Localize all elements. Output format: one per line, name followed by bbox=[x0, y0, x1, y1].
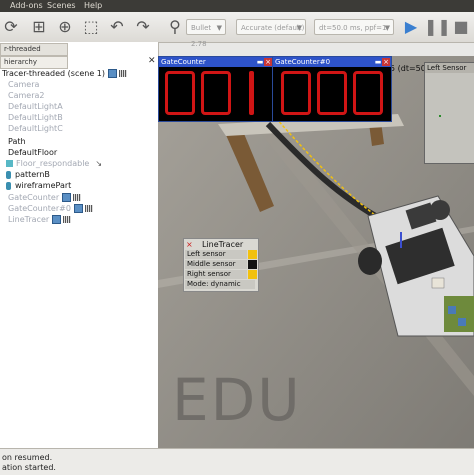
tree-item-pattern-b[interactable]: patternB bbox=[6, 169, 50, 180]
script-icon bbox=[62, 193, 72, 202]
tree-item-gate-counter[interactable]: GateCounter bbox=[8, 192, 82, 203]
close-icon[interactable]: ✕ bbox=[148, 56, 156, 66]
threaded-icon bbox=[63, 216, 72, 223]
shape-icon bbox=[6, 170, 11, 179]
tree-item-light-c[interactable]: DefaultLightC bbox=[8, 123, 63, 134]
tree-item-floor-respondable[interactable]: Floor_respondable ↘ bbox=[6, 158, 102, 169]
stop-icon[interactable]: ■ bbox=[450, 16, 472, 38]
shape-icon bbox=[6, 160, 13, 167]
tree-item-camera2[interactable]: Camera2 bbox=[8, 90, 44, 101]
shape-icon bbox=[6, 181, 11, 190]
tree-item-light-a[interactable]: DefaultLightA bbox=[8, 101, 63, 112]
middle-sensor-indicator bbox=[248, 260, 257, 269]
scene-hierarchy-panel: r-threaded hierarchy ✕ Tracer-threaded (… bbox=[0, 42, 159, 448]
counter-digit bbox=[281, 71, 311, 115]
menu-help[interactable]: Help bbox=[84, 1, 102, 10]
right-sensor-indicator bbox=[248, 270, 257, 279]
tree-item-default-floor[interactable]: DefaultFloor bbox=[8, 147, 57, 158]
close-icon[interactable]: × bbox=[186, 240, 193, 249]
minimize-icon[interactable]: ▬ bbox=[374, 58, 382, 66]
threaded-icon bbox=[119, 70, 128, 77]
tree-item-light-b[interactable]: DefaultLightB bbox=[8, 112, 63, 123]
middle-sensor-label: Middle sensor bbox=[185, 260, 247, 269]
counter-digit bbox=[237, 71, 267, 115]
object-shift-icon[interactable]: ⊞ bbox=[28, 16, 50, 38]
gate-counter-window: GateCounter ▬ × bbox=[158, 56, 274, 122]
script-icon bbox=[52, 215, 62, 224]
line-tracer-title: LineTracer bbox=[202, 240, 244, 249]
dynamics-icon[interactable]: ⚲ bbox=[164, 16, 186, 38]
script-icon bbox=[73, 204, 83, 213]
minimize-icon[interactable]: ▬ bbox=[256, 58, 264, 66]
tree-item-wireframe-part[interactable]: wireframePart bbox=[6, 180, 71, 191]
accuracy-select[interactable]: Accurate (default) ▼ bbox=[236, 19, 306, 35]
menu-add-ons[interactable]: Add-ons bbox=[10, 1, 43, 10]
counter-digit bbox=[201, 71, 231, 115]
line-tracer-window: × LineTracer Left sensor Middle sensor R… bbox=[183, 238, 259, 292]
tree-item-line-tracer[interactable]: LineTracer bbox=[8, 214, 72, 225]
edu-watermark: EDU bbox=[172, 366, 302, 434]
toolbar: ⟳ ⊞ ⊕ ⬚ ↶ ↷ ⚲ Bullet 2.78 ▼ Accurate (def… bbox=[0, 12, 474, 48]
left-sensor-title: Left Sensor bbox=[425, 63, 474, 73]
status-line: on resumed. bbox=[2, 453, 53, 462]
tab-scene[interactable]: r-threaded bbox=[0, 43, 68, 56]
menu-scenes[interactable]: Scenes bbox=[47, 1, 76, 10]
rotate-icon[interactable]: ⟳ bbox=[0, 16, 22, 38]
left-sensor-label: Left sensor bbox=[185, 250, 247, 259]
left-sensor-indicator bbox=[248, 250, 257, 259]
counter-digit bbox=[165, 71, 195, 115]
tree-item-path[interactable]: Path bbox=[8, 136, 26, 147]
close-icon[interactable]: × bbox=[382, 58, 390, 66]
scene-root[interactable]: Tracer-threaded (scene 1) bbox=[2, 68, 128, 79]
left-sensor-window: Left Sensor bbox=[424, 62, 474, 164]
status-line: ation started. bbox=[2, 463, 56, 472]
sensor-dot bbox=[439, 115, 441, 117]
play-icon[interactable]: ▶ bbox=[400, 16, 422, 38]
undo-icon[interactable]: ↶ bbox=[106, 16, 128, 38]
chevron-down-icon: ▼ bbox=[216, 24, 222, 32]
threaded-icon bbox=[73, 194, 82, 201]
gate-counter-0-window: GateCounter#0 ▬ × bbox=[272, 56, 392, 122]
tree-item-camera[interactable]: Camera bbox=[8, 79, 39, 90]
physics-engine-select[interactable]: Bullet 2.78 ▼ bbox=[186, 19, 226, 48]
assemble-icon[interactable]: ⬚ bbox=[80, 16, 102, 38]
chevron-down-icon: ▼ bbox=[384, 24, 390, 32]
right-sensor-label: Right sensor bbox=[185, 270, 247, 279]
mode-label: Mode: dynamic bbox=[185, 280, 255, 289]
pause-icon[interactable]: ❚❚ bbox=[424, 16, 451, 38]
menu-bar: Add-ons Scenes Help bbox=[0, 0, 474, 12]
timestep-select[interactable]: dt=50.0 ms, ppf=1 ▼ bbox=[314, 19, 394, 35]
redo-icon[interactable]: ↷ bbox=[132, 16, 154, 38]
close-icon[interactable]: × bbox=[264, 58, 272, 66]
counter-digit bbox=[317, 71, 347, 115]
script-icon bbox=[108, 69, 118, 78]
threaded-icon bbox=[84, 205, 93, 212]
chevron-down-icon: ▼ bbox=[296, 24, 302, 32]
status-bar: on resumed. ation started. bbox=[0, 448, 474, 475]
counter-digit bbox=[353, 71, 383, 115]
object-rotate-icon[interactable]: ⊕ bbox=[54, 16, 76, 38]
tree-item-gate-counter-0[interactable]: GateCounter#0 bbox=[8, 203, 93, 214]
link-icon: ↘ bbox=[95, 159, 103, 168]
